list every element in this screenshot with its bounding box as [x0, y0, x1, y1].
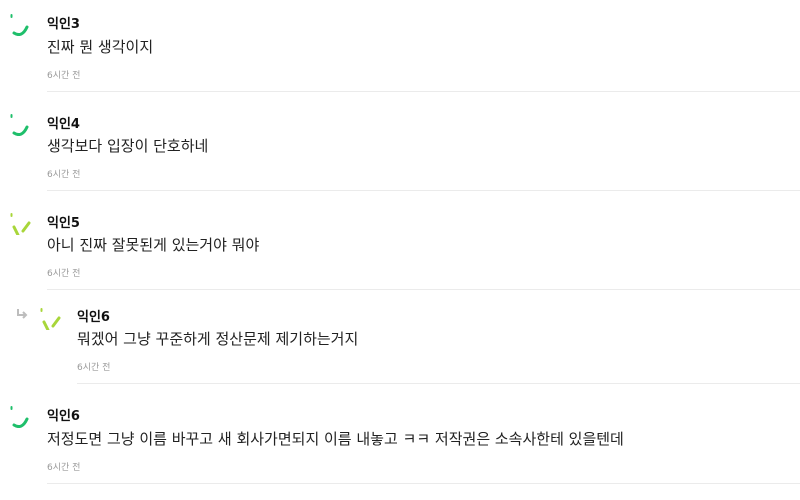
comment-timestamp: 6시간 전: [47, 71, 81, 81]
comment-text: 뭐겠어 그냥 꾸준하게 정산문제 제기하는거지: [77, 330, 359, 348]
smile-curve-icon: [10, 114, 29, 136]
comment-text: 아니 진짜 잘못된게 있는거야 뭐야: [47, 236, 260, 254]
comment-text: 생각보다 입장이 단호하네: [47, 137, 209, 155]
avatar[interactable]: [10, 12, 34, 36]
divider: [47, 190, 800, 191]
comment-text: 진짜 뭔 생각이지: [47, 38, 154, 56]
avatar[interactable]: [10, 404, 34, 428]
comment-timestamp: 6시간 전: [47, 269, 81, 279]
divider: [47, 483, 800, 484]
comment-author[interactable]: 익인6: [47, 405, 80, 424]
smile-curve-icon: [10, 14, 29, 36]
comment-author[interactable]: 익인3: [47, 13, 80, 32]
comment-timestamp: 6시간 전: [47, 170, 81, 180]
divider: [77, 383, 800, 384]
divider: [47, 91, 800, 92]
comment-text: 저정도면 그냥 이름 바꾸고 새 회사가면되지 이름 내놓고 ㅋㅋ 저작권은 소…: [47, 430, 624, 448]
reply-arrow-icon: [16, 305, 28, 319]
comment-author[interactable]: 익인5: [47, 212, 80, 231]
avatar[interactable]: [40, 306, 64, 330]
comment-author[interactable]: 익인4: [47, 113, 80, 132]
avatar[interactable]: [10, 112, 34, 136]
comment-timestamp: 6시간 전: [77, 363, 111, 373]
wink-icon: [40, 308, 61, 330]
comment-author[interactable]: 익인6: [77, 306, 110, 325]
comment-timestamp: 6시간 전: [47, 463, 81, 473]
avatar[interactable]: [10, 211, 34, 235]
smile-curve-icon: [10, 406, 29, 428]
divider: [47, 289, 800, 290]
wink-icon: [10, 213, 31, 235]
